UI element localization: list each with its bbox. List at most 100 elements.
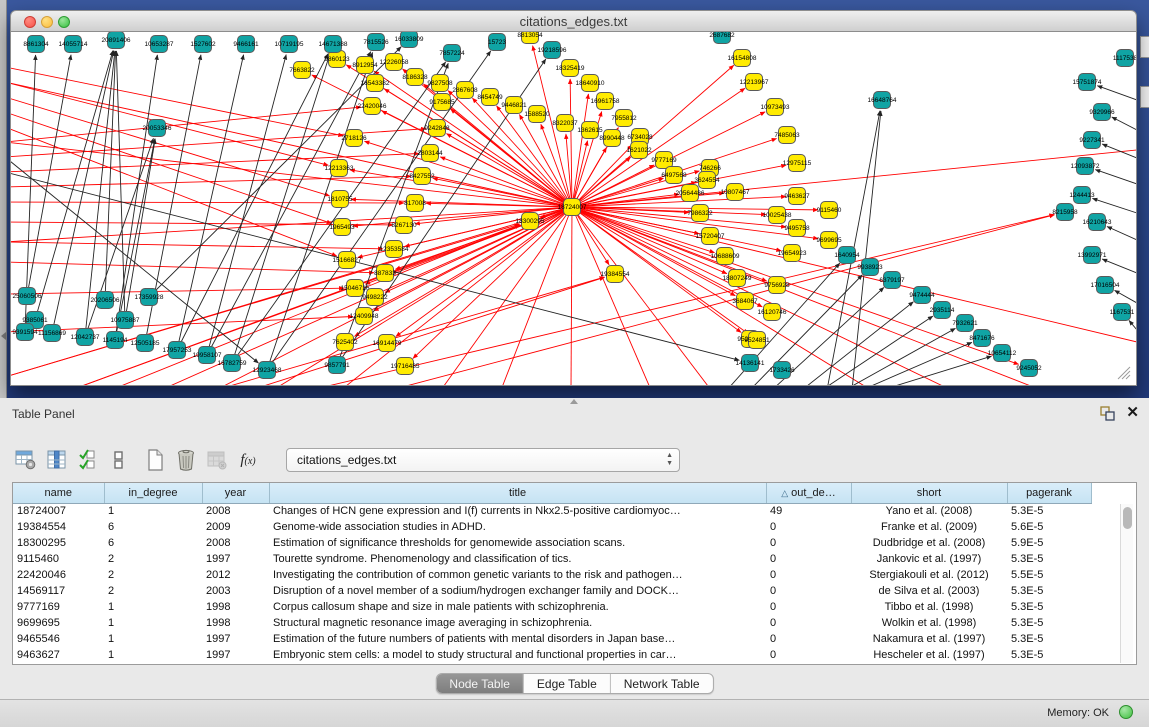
graph-node[interactable]: 9860123 <box>324 51 350 68</box>
table-row[interactable]: 1830029562008Estimation of significance … <box>13 535 1091 551</box>
graph-node[interactable]: 2687682 <box>709 32 735 44</box>
graph-node[interactable]: 1117538 <box>1113 50 1136 67</box>
table-row[interactable]: 2242004622012Investigating the contribut… <box>13 567 1091 583</box>
graph-node[interactable]: 18325419 <box>556 60 585 77</box>
graph-node[interactable]: 1167531 <box>1110 304 1135 321</box>
graph-node[interactable]: 9115460 <box>817 202 842 219</box>
graph-node[interactable]: 13992971 <box>1078 247 1107 264</box>
graph-node[interactable]: 1810755 <box>327 191 353 208</box>
network-table-selector[interactable]: citations_edges.txt ▲▼ <box>286 448 680 472</box>
graph-node[interactable]: 7986322 <box>687 205 713 222</box>
table-scrollbar-thumb[interactable] <box>1123 507 1132 529</box>
unselect-all-columns-button[interactable] <box>107 447 131 473</box>
graph-node[interactable]: 16648764 <box>868 92 897 109</box>
column-header-title[interactable]: title <box>269 483 766 503</box>
graph-node[interactable]: 8990448 <box>599 130 625 147</box>
graph-node[interactable]: 8471676 <box>969 330 995 347</box>
memory-indicator[interactable] <box>1119 705 1133 719</box>
new-column-button[interactable] <box>143 447 167 473</box>
table-mode-button[interactable] <box>14 447 38 473</box>
graph-node[interactable]: 16154808 <box>728 50 757 67</box>
graph-node[interactable]: 817008 <box>404 195 426 212</box>
graph-node[interactable]: 15723 <box>488 34 506 51</box>
graph-node[interactable]: 12923468 <box>253 362 282 379</box>
graph-node[interactable]: 1244413 <box>1069 187 1095 204</box>
graph-node[interactable]: 19716485 <box>391 358 420 375</box>
graph-node[interactable]: 9699695 <box>816 232 842 249</box>
table-row[interactable]: 946554611997Estimation of the future num… <box>13 631 1091 647</box>
graph-node[interactable]: 1145194 <box>103 332 128 349</box>
graph-node[interactable]: 15720407 <box>696 228 725 245</box>
graph-node[interactable]: 7815526 <box>363 34 389 51</box>
graph-node[interactable]: 19218596 <box>538 42 567 59</box>
graph-node[interactable]: 20206506 <box>91 292 120 309</box>
table-row[interactable]: 946362711997Embryonic stem cells: a mode… <box>13 647 1091 663</box>
graph-node[interactable]: 18807249 <box>723 270 752 287</box>
graph-node[interactable]: 1733426 <box>769 362 795 379</box>
graph-node[interactable]: 8861304 <box>23 36 49 53</box>
graph-node[interactable]: 8267130 <box>391 217 417 234</box>
graph-node[interactable]: 10688609 <box>711 248 740 265</box>
close-panel-icon[interactable]: ✕ <box>1126 403 1139 421</box>
graph-node[interactable]: 19654923 <box>778 245 807 262</box>
table-scrollbar[interactable] <box>1120 504 1133 663</box>
graph-node[interactable]: 14055714 <box>59 36 88 53</box>
table-row[interactable]: 969969511998Structural magnetic resonanc… <box>13 615 1091 631</box>
graph-node[interactable]: 8215958 <box>1052 204 1078 221</box>
column-header-out-de-[interactable]: △out_de… <box>766 483 851 503</box>
graph-node[interactable]: 14136141 <box>736 355 765 372</box>
graph-node[interactable]: 16210643 <box>1083 214 1112 231</box>
graph-node[interactable]: 9857791 <box>324 357 350 374</box>
graph-node[interactable]: 8322037 <box>552 115 578 132</box>
graph-node[interactable]: 9245052 <box>1016 360 1042 377</box>
show-column-button[interactable] <box>45 447 69 473</box>
tab-network-table[interactable]: Network Table <box>611 674 713 693</box>
graph-node[interactable]: 8454749 <box>477 89 503 106</box>
graph-node[interactable]: 7663822 <box>289 62 315 79</box>
graph-node[interactable]: 20053346 <box>143 120 172 137</box>
graph-node[interactable]: 10653287 <box>145 36 174 53</box>
table-row[interactable]: 911546021997Tourette syndrome. Phenomeno… <box>13 551 1091 567</box>
graph-node[interactable]: 16961758 <box>591 93 620 110</box>
graph-node[interactable]: 18300295 <box>516 213 545 230</box>
select-all-columns-button[interactable] <box>76 447 100 473</box>
graph-node[interactable]: 9827508 <box>427 75 453 92</box>
graph-node[interactable]: 9474444 <box>909 287 935 304</box>
graph-node[interactable]: 25060506 <box>13 288 42 305</box>
table-row[interactable]: 1938455462009Genome-wide association stu… <box>13 519 1091 535</box>
graph-node[interactable]: 10973493 <box>761 99 790 116</box>
graph-node[interactable]: 7485063 <box>774 127 800 144</box>
graph-node[interactable]: 12353584 <box>380 241 409 258</box>
graph-node[interactable]: 10807467 <box>721 184 750 201</box>
graph-node[interactable]: 16033809 <box>395 32 424 48</box>
table-row[interactable]: 977716911998Corpus callosum shape and si… <box>13 599 1091 615</box>
column-header-year[interactable]: year <box>202 483 269 503</box>
graph-node[interactable]: 14671388 <box>319 36 348 53</box>
column-header-in-degree[interactable]: in_degree <box>104 483 202 503</box>
graph-node[interactable]: 1527602 <box>190 36 216 53</box>
graph-node[interactable]: 17957253 <box>163 342 192 359</box>
graph-node[interactable]: 8813054 <box>517 32 543 44</box>
import-table-button-disabled[interactable] <box>205 447 229 473</box>
graph-node[interactable]: 16782759 <box>218 355 247 372</box>
graph-node[interactable]: 12505185 <box>131 335 160 352</box>
table-row[interactable]: 1456911722003Disruption of a novel membe… <box>13 583 1091 599</box>
graph-node[interactable]: 10654112 <box>988 345 1017 362</box>
graph-node[interactable]: 10719195 <box>275 36 304 53</box>
graph-node[interactable]: 20891406 <box>102 32 131 49</box>
column-header-short[interactable]: short <box>851 483 1007 503</box>
delete-column-button[interactable] <box>174 447 198 473</box>
graph-node[interactable]: 12093872 <box>1071 158 1100 175</box>
function-builder-button[interactable]: f(x) <box>236 447 260 473</box>
graph-node[interactable]: 2935114 <box>930 302 955 319</box>
column-header-name[interactable]: name <box>13 483 104 503</box>
graph-node[interactable]: 12975115 <box>783 155 812 172</box>
collapse-arrow-icon[interactable] <box>1 332 6 340</box>
graph-node[interactable]: 12213967 <box>740 74 769 91</box>
table-row[interactable]: 1872400712008Changes of HCN gene express… <box>13 503 1091 519</box>
graph-node[interactable]: 7932621 <box>952 315 978 332</box>
column-header-pagerank[interactable]: pagerank <box>1007 483 1091 503</box>
graph-node[interactable]: 2867608 <box>452 82 478 99</box>
graph-node[interactable]: 887833 <box>374 265 396 282</box>
graph-node[interactable]: 18640910 <box>576 75 605 92</box>
